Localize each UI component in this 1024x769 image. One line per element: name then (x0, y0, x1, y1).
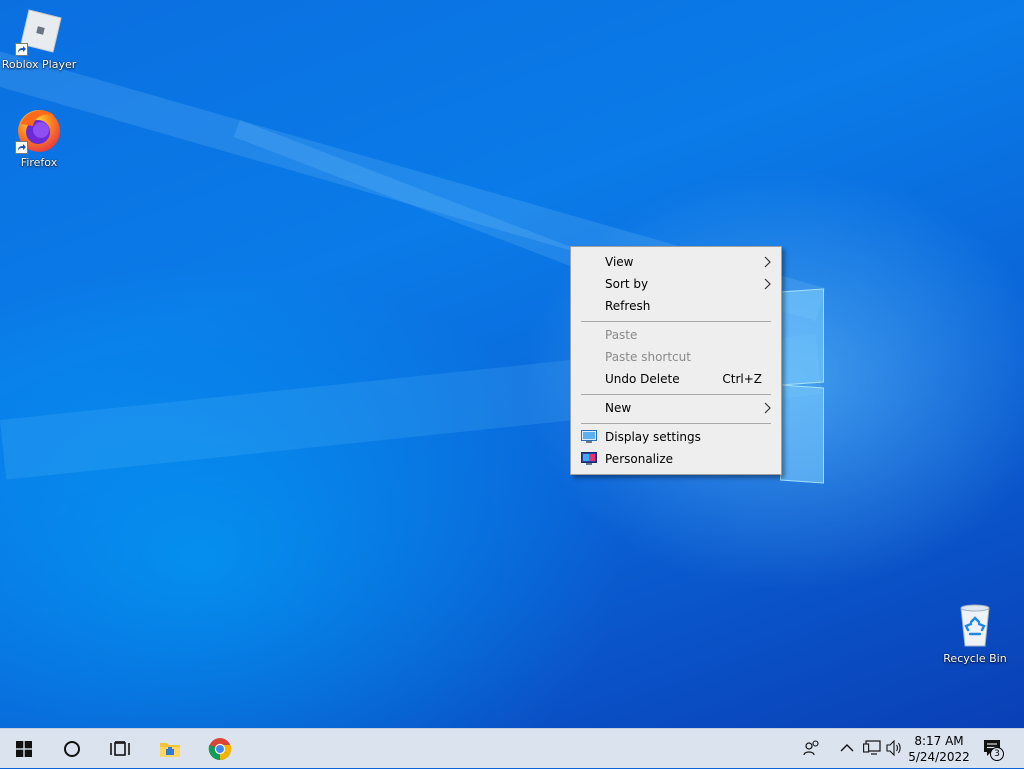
clock[interactable]: 8:17 AM 5/24/2022 (906, 733, 972, 765)
roblox-icon (15, 8, 63, 56)
menu-separator (581, 423, 771, 424)
volume-icon[interactable] (886, 740, 904, 756)
menu-item-label: Paste shortcut (605, 350, 691, 364)
file-explorer-button[interactable] (146, 729, 194, 769)
menu-item-label: Display settings (605, 430, 701, 444)
menu-item-view[interactable]: View (573, 251, 779, 273)
menu-item-display-settings[interactable]: Display settings (573, 426, 779, 448)
chrome-button[interactable] (196, 729, 244, 769)
menu-item-label: Refresh (605, 299, 651, 313)
menu-item-sort-by[interactable]: Sort by (573, 273, 779, 295)
search-circle-icon (64, 741, 80, 757)
network-icon[interactable] (863, 740, 881, 756)
taskbar: 8:17 AM 5/24/2022 (0, 728, 1024, 768)
desktop-icon-label: Roblox Player (1, 58, 77, 71)
menu-item-refresh[interactable]: Refresh (573, 295, 779, 317)
chevron-up-icon[interactable] (840, 743, 854, 753)
file-explorer-icon (160, 743, 180, 757)
notification-count-badge: 3 (990, 747, 1004, 761)
chevron-right-icon (764, 256, 771, 268)
wallpaper-windows-logo (780, 288, 824, 484)
chrome-icon (208, 738, 232, 760)
menu-item-paste: Paste (573, 324, 779, 346)
menu-item-new[interactable]: New (573, 397, 779, 419)
task-view-icon (110, 741, 130, 756)
desktop-icon-label: Firefox (20, 156, 58, 169)
desktop-icon-recycle-bin[interactable]: Recycle Bin (937, 602, 1013, 665)
menu-item-personalize[interactable]: Personalize (573, 448, 779, 470)
desktop-icon-roblox[interactable]: Roblox Player (1, 8, 77, 71)
desktop[interactable]: Roblox Player Firefox Recycle Bin View S… (0, 0, 1024, 728)
clock-date: 5/24/2022 (908, 750, 970, 764)
shortcut-arrow-icon (15, 43, 28, 56)
menu-separator (581, 394, 771, 395)
desktop-icon-label: Recycle Bin (943, 652, 1007, 665)
recycle-bin-icon (951, 602, 999, 650)
shortcut-arrow-icon (15, 141, 28, 154)
desktop-icon-firefox[interactable]: Firefox (1, 106, 77, 169)
menu-item-label: Paste (605, 328, 638, 342)
menu-item-label: Sort by (605, 277, 649, 291)
menu-item-label: Personalize (605, 452, 674, 466)
firefox-icon (15, 106, 63, 154)
chevron-right-icon (764, 402, 771, 414)
desktop-context-menu: View Sort by Refresh Paste Paste shortcu… (570, 246, 782, 475)
task-view-button[interactable] (96, 729, 144, 769)
menu-separator (581, 321, 771, 322)
display-icon (581, 430, 597, 443)
chevron-right-icon (764, 278, 771, 290)
menu-item-shortcut: Ctrl+Z (722, 372, 762, 386)
menu-item-paste-shortcut: Paste shortcut (573, 346, 779, 368)
menu-item-label: New (605, 401, 632, 415)
start-button[interactable] (0, 729, 48, 769)
menu-item-undo-delete[interactable]: Undo Delete Ctrl+Z (573, 368, 779, 390)
menu-item-label: View (605, 255, 634, 269)
menu-item-label: Undo Delete (605, 372, 680, 386)
clock-time: 8:17 AM (914, 734, 964, 748)
search-button[interactable] (48, 729, 96, 769)
personalize-icon (581, 452, 597, 465)
people-icon[interactable] (803, 739, 821, 757)
start-icon (16, 741, 32, 757)
